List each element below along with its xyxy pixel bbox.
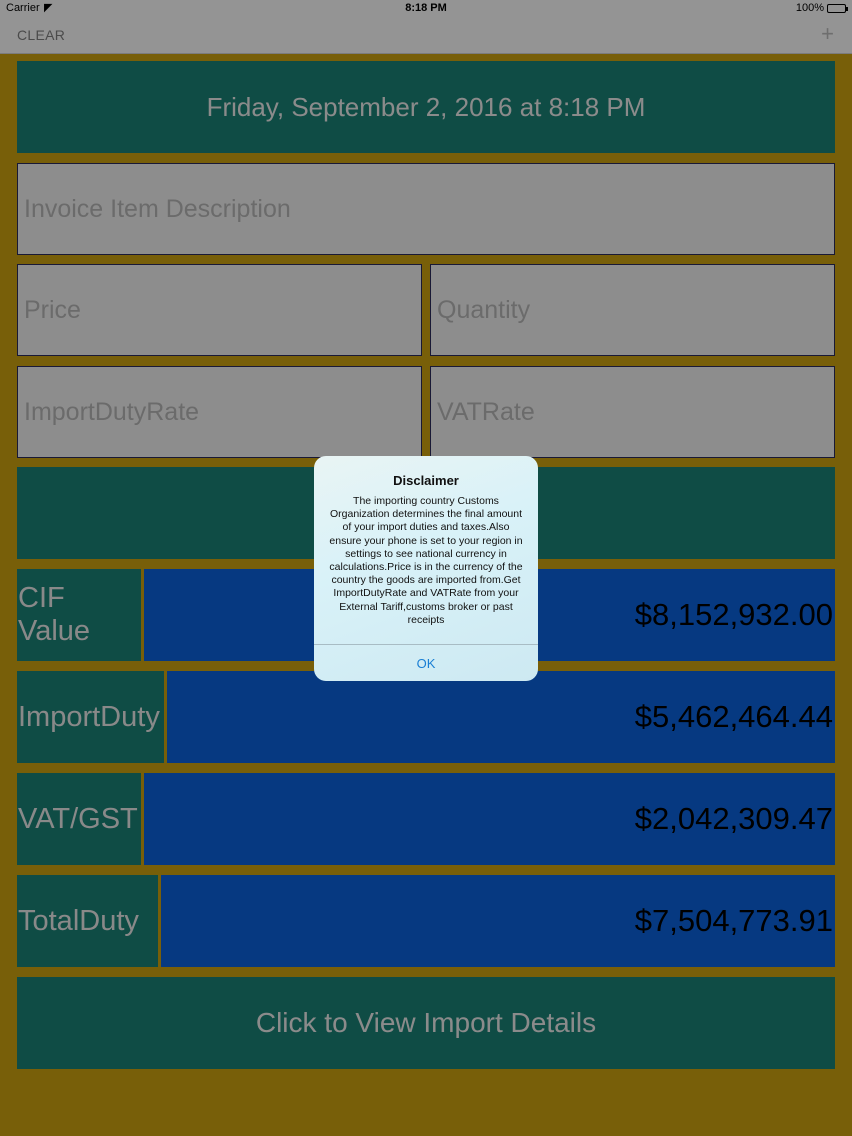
- disclaimer-alert: Disclaimer The importing country Customs…: [314, 456, 538, 681]
- alert-message: The importing country Customs Organizati…: [329, 495, 523, 626]
- alert-title: Disclaimer: [393, 473, 459, 488]
- alert-ok-button[interactable]: OK: [314, 645, 538, 681]
